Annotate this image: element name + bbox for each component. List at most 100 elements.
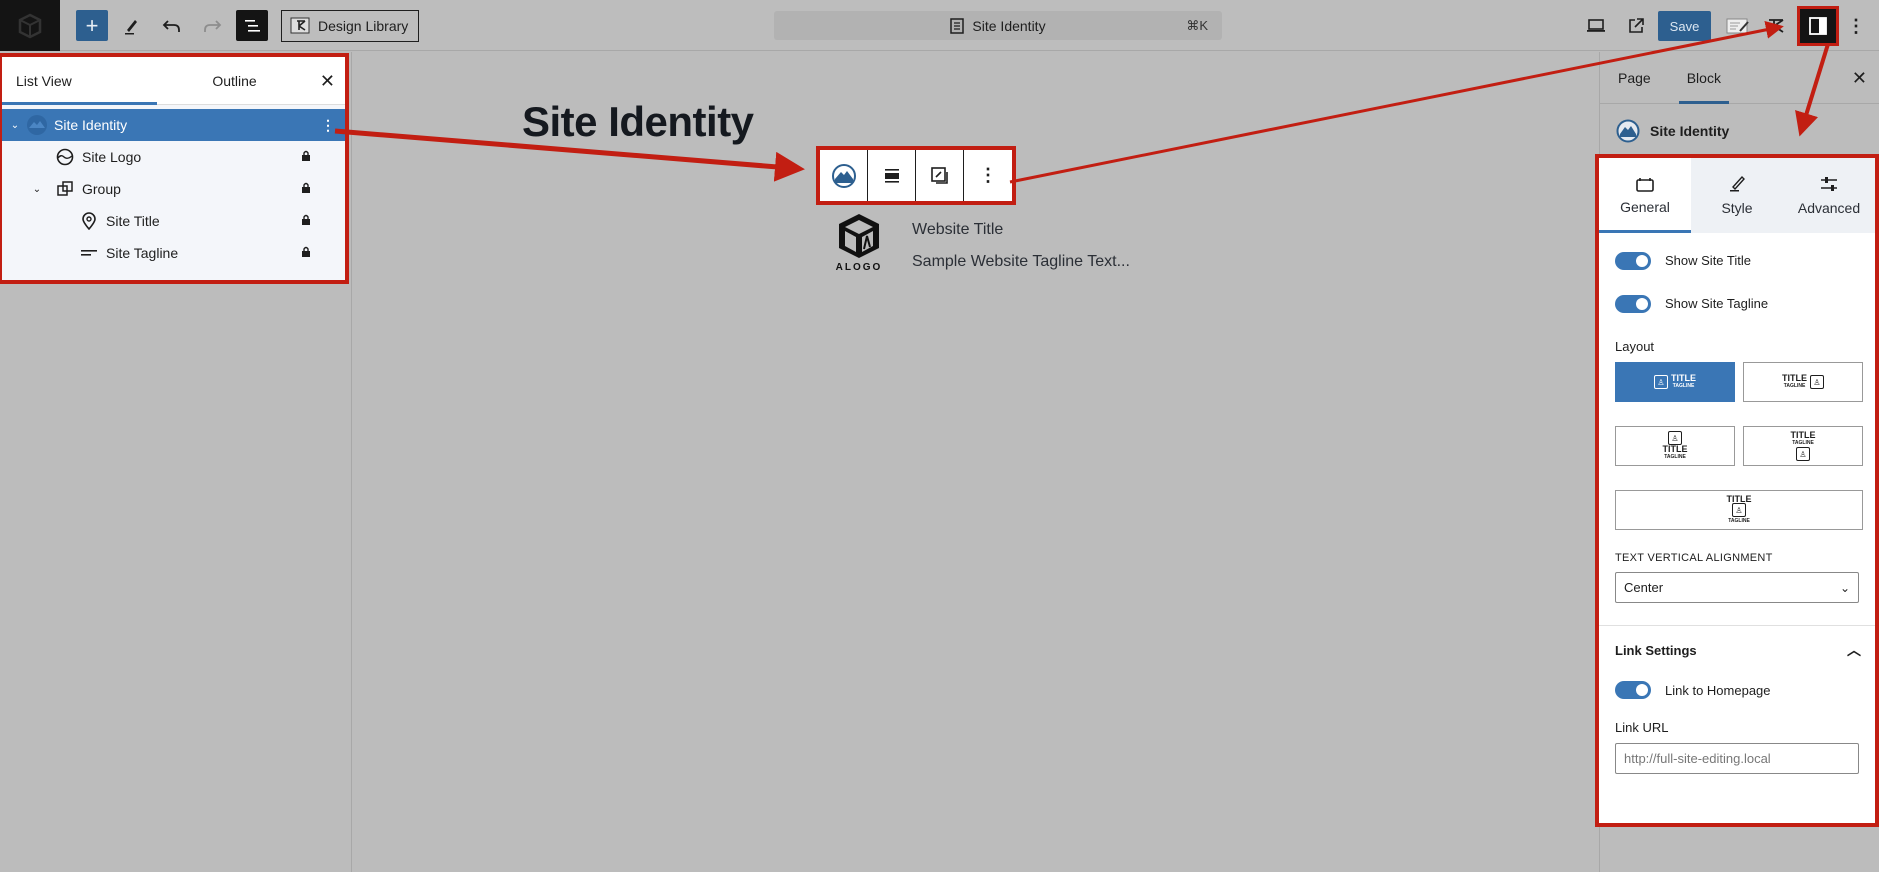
list-item-site-logo[interactable]: Site Logo [2,141,345,173]
copy-styles-button[interactable] [916,150,964,201]
toggle-label: Show Site Tagline [1665,296,1769,311]
brush-icon [1730,175,1745,192]
list-view-icon [245,19,260,32]
site-icon [18,13,42,38]
lock-icon[interactable] [301,245,311,261]
show-site-tagline-toggle[interactable] [1615,294,1651,313]
website-title[interactable]: Website Title [912,221,1003,239]
site-identity-icon [831,163,856,188]
sidebar-icon [1809,17,1827,35]
link-settings-header[interactable]: Link Settings ︿ [1599,626,1875,674]
tab-list-view[interactable]: List View [2,57,157,105]
list-view-tabs: List View Outline ✕ [2,57,345,105]
preview-button[interactable] [1580,11,1612,41]
layout-preview-text: TITLE TAGLINE [1791,431,1816,447]
list-view-panel: List View Outline ✕ ⌄ Site Identity ⋮ Si… [0,53,349,284]
logo-text: ALOGO [835,262,883,273]
logo-placeholder-icon: ♙ [1810,375,1824,389]
command-palette-button[interactable]: Site Identity ⌘K [774,11,1222,40]
chevron-down-icon[interactable]: ⌄ [30,184,44,195]
link-url-input[interactable]: http://full-site-editing.local [1615,743,1859,774]
tab-label: Advanced [1797,200,1861,216]
align-button[interactable] [868,150,916,201]
tools-button[interactable] [116,10,148,41]
plus-icon: + [85,12,99,38]
tab-advanced[interactable]: Advanced [1783,158,1875,233]
link-to-homepage-toggle[interactable] [1615,681,1651,699]
kadence-controls-button[interactable] [1760,11,1792,41]
add-block-button[interactable]: + [76,10,108,41]
layout-preview-text: TITLE TAGLINE [1671,374,1696,390]
redo-icon [204,19,222,32]
layout-logo-right[interactable]: TITLE TAGLINE ♙ [1743,362,1863,402]
command-shortcut: ⌘K [1186,17,1208,33]
undo-icon [162,19,180,32]
text-vertical-alignment-label: TEXT VERTICAL ALIGNMENT [1615,552,1773,564]
block-card: Site Identity [1600,104,1879,157]
layout-tagline-text: TAGLINE [1672,383,1695,389]
list-item-label: Site Tagline [106,245,179,261]
view-site-button[interactable] [1620,11,1652,41]
tab-outline[interactable]: Outline [157,57,312,104]
chevron-down-icon[interactable]: ⌄ [8,120,22,131]
lock-icon[interactable] [301,149,311,165]
site-logo-button[interactable] [0,0,60,51]
list-item-group[interactable]: ⌄ Group [2,173,345,205]
tab-general[interactable]: General [1599,158,1691,233]
website-tagline[interactable]: Sample Website Tagline Text... [912,253,1130,271]
document-icon [950,17,965,34]
redo-button[interactable] [196,10,228,41]
text-vertical-alignment-select[interactable]: Center ⌄ [1615,572,1859,603]
sidebar-tabs: Page Block ✕ [1600,52,1879,104]
logo-placeholder-icon: ♙ [1654,375,1668,389]
chevron-up-icon: ︿ [1847,642,1861,658]
undo-button[interactable] [156,10,188,41]
show-site-title-toggle[interactable] [1615,251,1651,270]
kadence-icon [290,17,310,34]
map-pin-icon [78,212,100,230]
tab-label: Style [1721,200,1753,216]
layout-tagline-text: TAGLINE [1728,518,1750,524]
layout-tagline-text: TAGLINE [1792,440,1814,446]
layout-tagline-text: TAGLINE [1783,383,1806,389]
settings-sidebar-toggle[interactable] [1797,6,1839,46]
sliders-icon [1821,177,1837,191]
edit-note-icon [1726,18,1749,34]
site-logo-image[interactable]: ALOGO [833,212,885,282]
site-identity-icon [1616,119,1640,142]
style-book-button[interactable] [1722,11,1754,41]
design-library-button[interactable]: Design Library [281,10,420,42]
page-title: Site Identity [522,98,754,145]
block-type-button[interactable] [820,150,868,201]
close-icon[interactable]: ✕ [320,71,335,92]
pencil-icon [125,19,137,34]
site-logo-icon [54,148,76,166]
list-item-label: Site Logo [82,149,142,165]
layout-logo-bottom[interactable]: TITLE TAGLINE ♙ [1743,426,1863,466]
lock-icon[interactable] [301,181,311,197]
layout-tagline-text: TAGLINE [1664,454,1686,460]
document-overview-button[interactable] [236,10,268,41]
block-options-button[interactable]: ⋮ [964,150,1012,201]
command-title: Site Identity [972,17,1046,34]
lock-icon[interactable] [301,213,311,229]
tab-page[interactable]: Page [1600,52,1669,103]
layout-logo-middle[interactable]: TITLE ♙ TAGLINE [1615,490,1863,530]
tab-block[interactable]: Block [1669,52,1739,104]
link-to-homepage-row: Link to Homepage [1599,674,1875,706]
list-item-site-identity[interactable]: ⌄ Site Identity ⋮ [2,109,345,141]
layout-logo-left[interactable]: ♙ TITLE TAGLINE [1615,362,1735,402]
tab-label: General [1620,199,1670,215]
layout-preview-text: TITLE TAGLINE [1663,445,1688,461]
tab-style[interactable]: Style [1691,158,1783,233]
link-url-label: Link URL [1615,720,1669,735]
options-menu-button[interactable]: ⋮ [1846,11,1866,41]
block-settings-panel: General Style Advanced Show Site Title S… [1595,154,1879,827]
list-item-site-title[interactable]: Site Title [2,205,345,237]
layout-logo-top[interactable]: ♙ TITLE TAGLINE [1615,426,1735,466]
group-icon [54,180,76,198]
more-vertical-icon[interactable]: ⋮ [321,117,335,134]
save-button[interactable]: Save [1658,11,1711,41]
close-icon[interactable]: ✕ [1852,68,1867,89]
list-item-site-tagline[interactable]: Site Tagline [2,237,345,269]
